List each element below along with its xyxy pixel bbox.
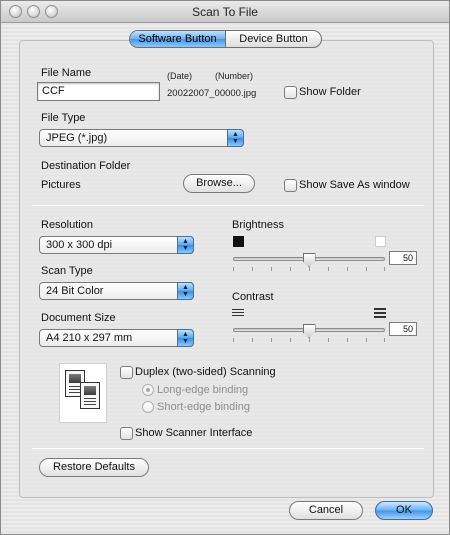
file-name-input[interactable]: CCF [37,82,160,101]
document-size-value: A4 210 x 297 mm [46,332,133,344]
tab-device-button[interactable]: Device Button [226,31,321,47]
scanner-interface-checkbox[interactable] [120,427,133,440]
date-header: (Date) [167,71,193,81]
restore-defaults-button[interactable]: Restore Defaults [39,458,149,477]
scan-type-select[interactable]: 24 Bit Color ▲ ▼ [39,282,194,300]
separator-top [32,205,424,206]
short-edge-radio[interactable] [142,401,154,413]
title-bar: Scan To File [1,1,449,23]
low-contrast-icon [232,309,244,318]
browse-button[interactable]: Browse... [183,174,255,193]
file-name-label: File Name [41,67,92,79]
destination-folder-value: Pictures [41,179,81,191]
popup-arrows-icon: ▲ ▼ [177,236,194,254]
duplex-label: Duplex (two-sided) Scanning [135,366,276,378]
tab-bar: Software Button Device Button [129,30,322,48]
long-edge-label: Long-edge binding [157,384,249,396]
cancel-button[interactable]: Cancel [289,501,363,520]
show-save-as-label: Show Save As window [299,179,410,191]
scan-to-file-window: Scan To File Software Button Device Butt… [0,0,450,535]
duplex-checkbox[interactable] [120,366,133,379]
brightness-slider-ticks [233,267,385,271]
contrast-slider-ticks [233,338,385,342]
popup-arrows-icon: ▲ ▼ [227,129,244,147]
file-type-label: File Type [41,112,86,124]
contrast-label: Contrast [232,291,274,303]
show-save-as-checkbox[interactable] [284,179,297,192]
long-edge-radio[interactable] [142,384,154,396]
show-folder-label: Show Folder [299,86,361,98]
destination-folder-label: Destination Folder [41,160,131,172]
generated-file-suffix: 20022007_00000.jpg [167,88,257,99]
resolution-value: 300 x 300 dpi [46,239,113,251]
brightness-label: Brightness [232,219,284,231]
file-type-select[interactable]: JPEG (*.jpg) ▲ ▼ [39,129,244,147]
ok-button[interactable]: OK [375,501,433,520]
scan-type-label: Scan Type [41,265,93,277]
popup-arrows-icon: ▲ ▼ [177,282,194,300]
tab-software-button[interactable]: Software Button [130,31,226,47]
file-type-value: JPEG (*.jpg) [46,132,108,144]
brightness-value[interactable]: 50 [389,251,417,265]
document-size-select[interactable]: A4 210 x 297 mm ▲ ▼ [39,329,194,347]
popup-arrows-icon: ▲ ▼ [177,329,194,347]
resolution-select[interactable]: 300 x 300 dpi ▲ ▼ [39,236,194,254]
scanner-interface-label: Show Scanner Interface [135,427,253,439]
scan-type-value: 24 Bit Color [46,285,104,297]
resolution-label: Resolution [41,219,93,231]
light-square-icon [375,236,386,247]
contrast-value[interactable]: 50 [389,322,417,336]
document-size-label: Document Size [41,312,116,324]
duplex-scan-illustration [59,363,107,423]
short-edge-label: Short-edge binding [157,401,250,413]
window-title: Scan To File [192,5,258,19]
show-folder-checkbox[interactable] [284,86,297,99]
separator-bottom [32,448,424,449]
high-contrast-icon [374,308,386,320]
dark-square-icon [233,236,244,247]
number-header: (Number) [215,71,254,81]
